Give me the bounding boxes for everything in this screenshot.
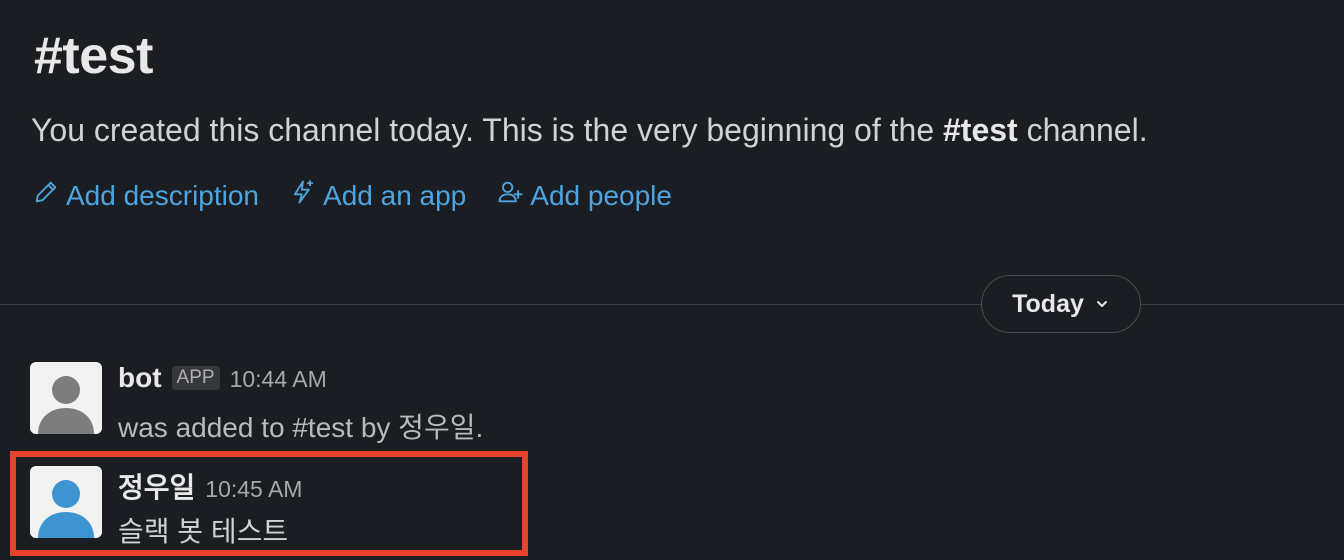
message-text: was added to #test by 정우일. [118,412,484,443]
add-person-icon [496,178,524,213]
date-label: Today [1012,289,1084,318]
lightning-icon [289,178,317,213]
app-badge: APP [171,366,220,390]
add-people-label: Add people [530,179,672,211]
highlight-annotation [10,451,528,556]
add-app-button[interactable]: Add an app [289,178,466,213]
chevron-down-icon [1094,290,1110,319]
add-app-label: Add an app [323,179,467,211]
channel-view: #test You created this channel today. Th… [0,0,1344,560]
add-people-button[interactable]: Add people [496,178,672,213]
intro-channel-name[interactable]: #test [943,112,1018,148]
add-description-label: Add description [66,179,260,211]
channel-title: #test [34,27,153,85]
date-jump-button[interactable]: Today [981,275,1141,333]
channel-actions: Add description Add an app Add people [32,178,672,213]
avatar[interactable] [30,362,102,434]
intro-suffix: channel. [1017,112,1148,148]
message-item[interactable]: bot APP 10:44 AM was added to #test by 정… [30,362,630,443]
channel-intro: You created this channel today. This is … [31,112,1148,149]
add-description-button[interactable]: Add description [32,178,259,213]
date-divider-line [0,304,1344,305]
intro-prefix: You created this channel today. This is … [31,112,943,148]
message-timestamp[interactable]: 10:44 AM [230,366,327,393]
sender-name[interactable]: bot [118,362,162,394]
message-header: bot APP 10:44 AM [118,362,327,394]
pencil-icon [32,178,60,213]
